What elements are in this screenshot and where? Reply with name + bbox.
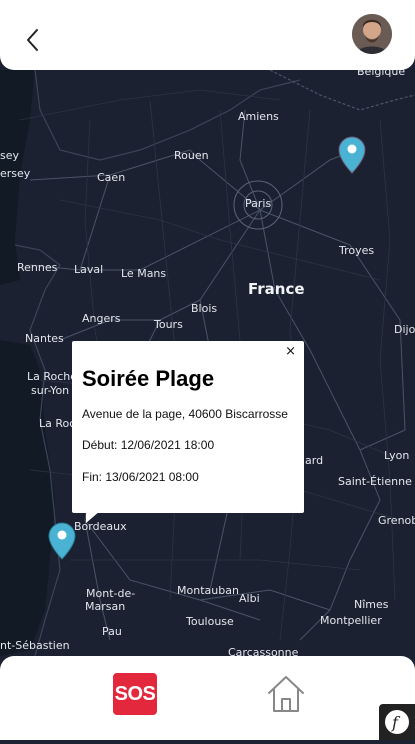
city-label: Blois	[191, 302, 218, 315]
city-label: Troyes	[339, 244, 375, 257]
city-label: Pau	[102, 625, 122, 638]
city-label: Rouen	[174, 149, 209, 162]
city-label: Saint-Étienne	[338, 475, 412, 488]
city-label: Montauban	[177, 584, 239, 597]
event-title: Soirée Plage	[82, 366, 215, 391]
city-label: Paris	[245, 197, 272, 210]
home-icon[interactable]	[264, 673, 308, 715]
city-label: sur-Yon	[31, 384, 70, 397]
city-label: Tours	[154, 318, 183, 331]
bottom-bar: SOS	[0, 656, 415, 740]
event-address: Avenue de la page, 40600 Biscarrosse	[82, 407, 288, 421]
top-bar	[0, 0, 415, 70]
city-label: nt-Sébastien	[0, 639, 70, 652]
city-label: Le Mans	[121, 267, 167, 280]
city-label: Toulouse	[186, 615, 234, 628]
event-end: Fin: 13/06/2021 08:00	[82, 470, 199, 484]
avatar[interactable]	[352, 14, 392, 54]
city-label: Rennes	[17, 261, 58, 274]
city-label: Laval	[74, 263, 104, 276]
symfony-debug-icon[interactable]: f	[379, 704, 415, 740]
close-icon[interactable]: ×	[285, 344, 296, 359]
city-label: La Roc	[39, 417, 76, 430]
city-label: Bordeaux	[74, 520, 127, 533]
event-popup: × Soirée Plage Avenue de la page, 40600 …	[72, 341, 304, 523]
city-label: Montpellier	[320, 614, 382, 627]
country-label: France	[248, 280, 305, 298]
city-label: Lyon	[384, 449, 410, 462]
city-label: Mont-de-	[86, 587, 136, 600]
sos-button[interactable]: SOS	[113, 673, 157, 715]
map-pin-icon[interactable]	[338, 136, 366, 174]
city-label: La Roche	[27, 370, 78, 383]
city-label: Marsan	[85, 600, 126, 613]
chevron-left-icon[interactable]	[22, 26, 44, 56]
city-label: Caen	[97, 171, 126, 184]
event-start: Début: 12/06/2021 18:00	[82, 438, 215, 452]
city-label: sey	[0, 149, 20, 162]
city-label: Grenoble	[378, 514, 415, 527]
city-label: ard	[305, 454, 324, 467]
city-label: Nîmes	[354, 598, 389, 611]
city-label: Albi	[239, 592, 260, 605]
city-label: Amiens	[238, 110, 279, 123]
city-label: ersey	[0, 167, 31, 180]
map-pin-icon[interactable]	[48, 522, 76, 560]
city-label: Angers	[82, 312, 121, 325]
city-label: Dijo	[394, 323, 415, 336]
city-label: Nantes	[25, 332, 64, 345]
